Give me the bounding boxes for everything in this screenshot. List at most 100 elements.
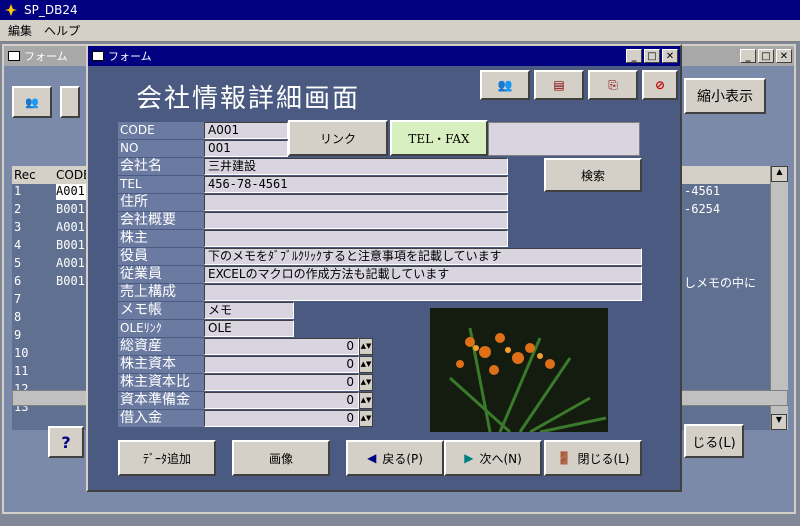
grid-header-rec: Rec [14, 168, 36, 182]
search-button[interactable]: 検索 [544, 158, 642, 192]
close-button[interactable]: 🚪 閉じる(L) [544, 440, 642, 476]
row-right-value: -4561 [684, 184, 721, 198]
card-icon: ▤ [553, 78, 565, 92]
overview-label: 会社概要 [118, 212, 204, 229]
reserve-field[interactable]: 0 [204, 392, 359, 409]
app-title: SP_DB24 [24, 3, 78, 17]
sales-field[interactable] [204, 284, 642, 301]
menubar: 編集 ヘルプ [0, 20, 800, 42]
people-icon: 👥 [497, 78, 513, 92]
tel-field[interactable]: 456-78-4561 [204, 176, 508, 193]
app-titlebar: SP_DB24 [0, 0, 800, 20]
assets-label: 総資産 [118, 338, 204, 355]
overview-field[interactable] [204, 212, 508, 229]
row-number: 7 [14, 292, 22, 306]
company-name-label: 会社名 [118, 158, 204, 175]
form-close-icon[interactable]: ✕ [662, 49, 678, 63]
debt-label: 借入金 [118, 410, 204, 427]
scroll-down-icon[interactable]: ▼ [771, 414, 787, 430]
link-button[interactable]: リンク [288, 120, 388, 156]
scroll-up-icon[interactable]: ▲ [771, 166, 788, 182]
assets-spinner-icon[interactable]: ▲▼ [359, 338, 373, 355]
company-detail-window: フォーム _ □ ✕ 会社情報詳細画面 👥 ▤ ⎘ ⊘ CODE A001 NO… [86, 44, 682, 492]
toolbar-people-button[interactable]: 👥 [480, 70, 530, 100]
employee-label: 従業員 [118, 266, 204, 283]
code-field[interactable]: A001 [204, 122, 288, 139]
menu-edit[interactable]: 編集 [8, 22, 32, 39]
next-button[interactable]: ▶ 次へ(N) [444, 440, 542, 476]
form-titlebar: フォーム _ □ ✕ [88, 46, 680, 66]
capital-field[interactable]: 0 [204, 356, 359, 373]
minimize-icon[interactable]: _ [740, 49, 756, 63]
form-window-title: フォーム [108, 50, 152, 63]
row-number: 4 [14, 238, 22, 252]
assets-field[interactable]: 0 [204, 338, 359, 355]
menu-help[interactable]: ヘルプ [44, 22, 80, 39]
close-button-label: 閉じる(L) [577, 451, 630, 466]
sales-label: 売上構成 [118, 284, 204, 301]
back-button-label: 戻る(P) [382, 451, 423, 466]
form-maximize-icon[interactable]: □ [644, 49, 660, 63]
shrink-view-button[interactable]: 縮小表示 [684, 78, 766, 114]
tel-label: TEL [118, 176, 204, 193]
telfax-display [488, 122, 640, 156]
arrow-right-icon: ▶ [464, 451, 474, 465]
image-button[interactable]: 画像 [232, 440, 330, 476]
door-icon: 🚪 [556, 451, 572, 465]
company-image [430, 308, 608, 432]
row-number: 10 [14, 346, 29, 360]
form-minimize-icon[interactable]: _ [626, 49, 642, 63]
help-button[interactable]: ? [48, 426, 84, 458]
maximize-icon[interactable]: □ [758, 49, 774, 63]
telfax-button[interactable]: TEL・FAX [390, 120, 488, 156]
toolbar-button-2[interactable] [60, 86, 80, 118]
debt-spinner-icon[interactable]: ▲▼ [359, 410, 373, 427]
row-number: 9 [14, 328, 22, 342]
reserve-spinner-icon[interactable]: ▲▼ [359, 392, 373, 409]
row-number: 8 [14, 310, 22, 324]
reserve-label: 資本準備金 [118, 392, 204, 409]
toolbar-cancel-button[interactable]: ⊘ [642, 70, 678, 100]
officer-field[interactable]: 下のメモをﾀﾞﾌﾞﾙｸﾘｯｸすると注意事項を記載しています [204, 248, 642, 265]
background-close-button[interactable]: じる(L) [684, 424, 744, 458]
ole-label: OLEﾘﾝｸ [118, 320, 204, 337]
shareholder-field[interactable] [204, 230, 508, 247]
no-label: NO [118, 140, 204, 157]
toolbar-export-button[interactable]: ⎘ [588, 70, 638, 100]
no-entry-icon: ⊘ [654, 78, 666, 92]
app-logo-icon [5, 4, 17, 16]
export-icon: ⎘ [608, 77, 618, 92]
toolbar-card-button[interactable]: ▤ [534, 70, 584, 100]
employee-field[interactable]: EXCELのマクロの作成方法も記載しています [204, 266, 642, 283]
toolbar-icon-1: 👥 [25, 95, 39, 109]
page-title: 会社情報詳細画面 [136, 84, 361, 114]
row-number: 5 [14, 256, 22, 270]
close-icon[interactable]: ✕ [776, 49, 792, 63]
memo-field[interactable]: メモ [204, 302, 294, 319]
back-button[interactable]: ◀ 戻る(P) [346, 440, 444, 476]
address-field[interactable] [204, 194, 508, 211]
row-number: 1 [14, 184, 22, 198]
add-data-button[interactable]: ﾃﾞｰﾀ追加 [118, 440, 216, 476]
capital-spinner-icon[interactable]: ▲▼ [359, 356, 373, 373]
row-number: 11 [14, 364, 29, 378]
row-number: 6 [14, 274, 22, 288]
row-number: 2 [14, 202, 22, 216]
arrow-left-icon: ◀ [367, 451, 377, 465]
company-name-field[interactable]: 三井建設 [204, 158, 508, 175]
capital-label: 株主資本 [118, 356, 204, 373]
debt-field[interactable]: 0 [204, 410, 359, 427]
ole-field[interactable]: OLE [204, 320, 294, 337]
no-field[interactable]: 001 [204, 140, 288, 157]
row-right-value: しメモの中に [684, 276, 757, 290]
shareholder-label: 株主 [118, 230, 204, 247]
capital-ratio-field[interactable]: 0 [204, 374, 359, 391]
background-window-title: フォーム [24, 50, 68, 63]
code-label: CODE [118, 122, 204, 139]
capital-ratio-spinner-icon[interactable]: ▲▼ [359, 374, 373, 391]
officer-label: 役員 [118, 248, 204, 265]
row-number: 3 [14, 220, 22, 234]
address-label: 住所 [118, 194, 204, 211]
toolbar-button-1[interactable]: 👥 [12, 86, 52, 118]
form-icon [8, 51, 20, 61]
